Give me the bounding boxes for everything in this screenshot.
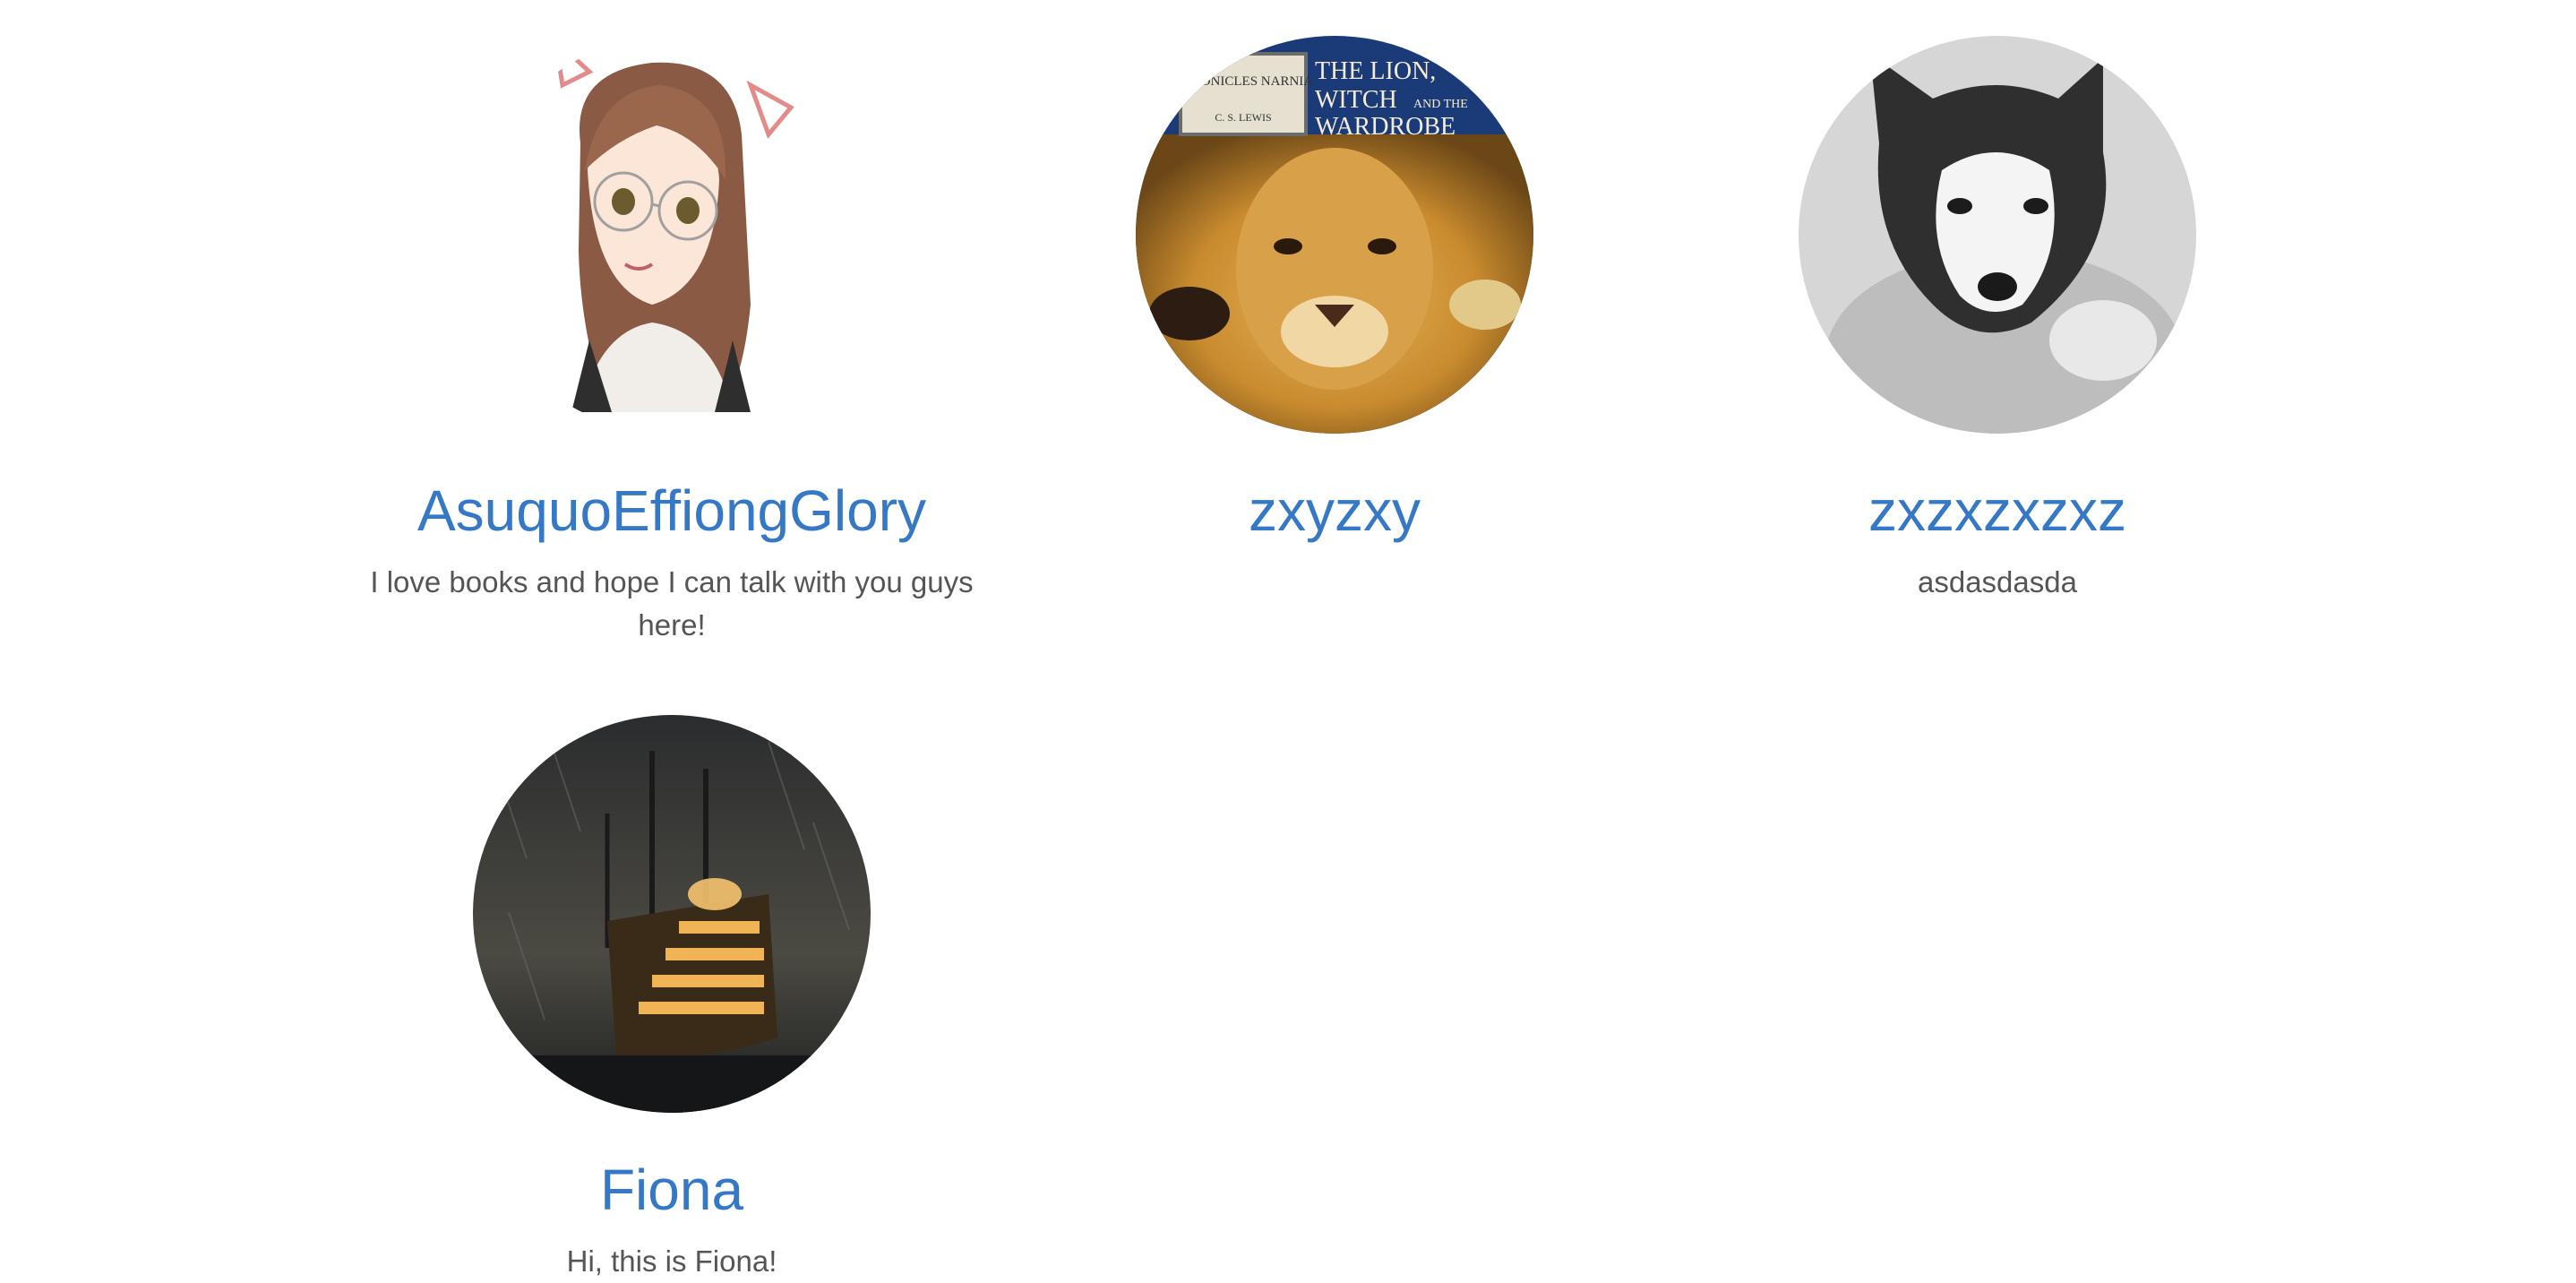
- user-grid: AsuquoEffiongGlory I love books and hope…: [0, 0, 2576, 1283]
- user-name-link[interactable]: zxyzxy: [1249, 475, 1421, 547]
- husky-puppy-avatar-icon: [1799, 36, 2196, 434]
- user-avatar-anime-girl[interactable]: [473, 36, 871, 434]
- user-name-link[interactable]: zxzxzxzxz: [1868, 475, 2126, 547]
- user-name-link[interactable]: Fiona: [600, 1154, 743, 1226]
- user-avatar-narnia[interactable]: CHRONICLES NARNIA C. S. LEWIS THE LION, …: [1136, 36, 1533, 434]
- book-title-and-the: AND THE: [1413, 98, 1468, 111]
- book-series-text: CHRONICLES NARNIA: [1173, 74, 1313, 89]
- user-card: Fiona Hi, this is Fiona!: [340, 715, 1003, 1283]
- user-bio: asdasdasda: [1918, 565, 2077, 598]
- user-avatar-husky[interactable]: [1799, 36, 2196, 434]
- anime-girl-avatar-icon: [473, 36, 871, 434]
- narnia-lion-avatar-icon: CHRONICLES NARNIA C. S. LEWIS THE LION, …: [1136, 36, 1533, 434]
- book-title-line2: WITCH: [1315, 86, 1397, 114]
- book-author-text: C. S. LEWIS: [1215, 111, 1271, 124]
- ghost-ship-avatar-icon: [473, 715, 871, 1113]
- user-card: zxzxzxzxz asdasdasda: [1666, 36, 2329, 604]
- user-card: CHRONICLES NARNIA C. S. LEWIS THE LION, …: [1003, 36, 1666, 561]
- user-avatar-ghost-ship[interactable]: [473, 715, 871, 1113]
- user-bio: I love books and hope I can talk with yo…: [370, 565, 974, 642]
- user-card: AsuquoEffiongGlory I love books and hope…: [340, 36, 1003, 647]
- user-name-link[interactable]: AsuquoEffiongGlory: [417, 475, 926, 547]
- book-title-line3: WARDROBE: [1315, 113, 1455, 141]
- book-title-line1: THE LION,: [1315, 57, 1436, 85]
- user-bio: Hi, this is Fiona!: [566, 1244, 777, 1278]
